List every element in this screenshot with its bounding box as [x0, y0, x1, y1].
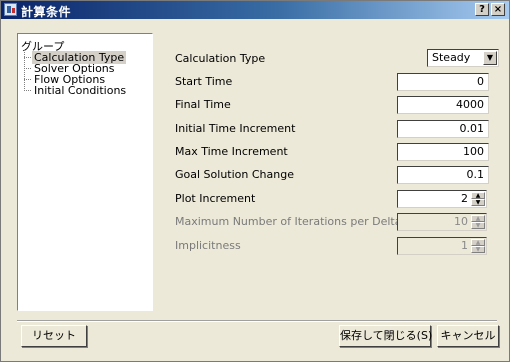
- tree-connector: [24, 68, 31, 69]
- final-time-input[interactable]: 4000: [397, 96, 489, 114]
- start-time-label: Start Time: [175, 75, 233, 88]
- max-iterations-label: Maximum Number of Iterations per Delta-T…: [175, 215, 432, 228]
- tree-connector: [24, 90, 31, 91]
- window-title: 計算条件: [21, 5, 72, 19]
- max-time-increment-input[interactable]: 100: [397, 143, 489, 161]
- implicitness-stepper: 1 ▲ ▼: [397, 237, 487, 255]
- up-arrow-icon[interactable]: ▲: [471, 192, 485, 199]
- chevron-down-icon[interactable]: ▼: [483, 51, 497, 65]
- tree-item-label: Initial Conditions: [34, 84, 127, 97]
- goal-solution-change-input[interactable]: 0.1: [397, 166, 489, 184]
- plot-increment-value: 2: [461, 192, 468, 205]
- footer-divider: [17, 320, 497, 322]
- start-time-input[interactable]: 0: [397, 73, 489, 91]
- up-arrow-icon: ▲: [471, 239, 485, 246]
- cancel-button[interactable]: キャンセル: [437, 325, 499, 347]
- calculation-type-value: Steady: [432, 51, 471, 64]
- stepper-arrows: ▲ ▼: [471, 215, 485, 229]
- calculation-type-label: Calculation Type: [175, 52, 266, 65]
- up-arrow-icon: ▲: [471, 215, 485, 222]
- plot-increment-stepper[interactable]: 2 ▲ ▼: [397, 190, 487, 208]
- down-arrow-icon: ▼: [471, 222, 485, 229]
- stepper-arrows: ▲ ▼: [471, 192, 485, 206]
- initial-time-increment-input[interactable]: 0.01: [397, 120, 489, 138]
- title-bar[interactable]: 計算条件 ? ×: [1, 1, 509, 19]
- help-button[interactable]: ?: [475, 3, 489, 16]
- group-tree[interactable]: グループ Calculation Type Solver Options Flo…: [17, 33, 153, 311]
- final-time-label: Final Time: [175, 98, 231, 111]
- app-icon: [4, 3, 17, 16]
- max-time-increment-label: Max Time Increment: [175, 145, 288, 158]
- stepper-arrows: ▲ ▼: [471, 239, 485, 253]
- save-and-close-button[interactable]: 保存して閉じる(S): [339, 325, 432, 347]
- initial-time-increment-label: Initial Time Increment: [175, 122, 296, 135]
- plot-increment-label: Plot Increment: [175, 192, 256, 205]
- reset-button[interactable]: リセット: [21, 325, 87, 347]
- tree-connector: [24, 79, 31, 80]
- max-iterations-value: 10: [454, 215, 468, 228]
- max-iterations-stepper: 10 ▲ ▼: [397, 213, 487, 231]
- implicitness-label: Implicitness: [175, 239, 241, 252]
- goal-solution-change-label: Goal Solution Change: [175, 168, 294, 181]
- close-button[interactable]: ×: [491, 3, 505, 16]
- tree-connector: [24, 57, 31, 58]
- calculation-type-select[interactable]: Steady ▼: [427, 49, 499, 67]
- calculation-conditions-dialog: 計算条件 ? × グループ Calculation Type Solver Op…: [0, 0, 510, 362]
- down-arrow-icon: ▼: [471, 246, 485, 253]
- tree-item-initial-conditions[interactable]: Initial Conditions: [24, 84, 128, 97]
- implicitness-value: 1: [461, 239, 468, 252]
- down-arrow-icon[interactable]: ▼: [471, 199, 485, 206]
